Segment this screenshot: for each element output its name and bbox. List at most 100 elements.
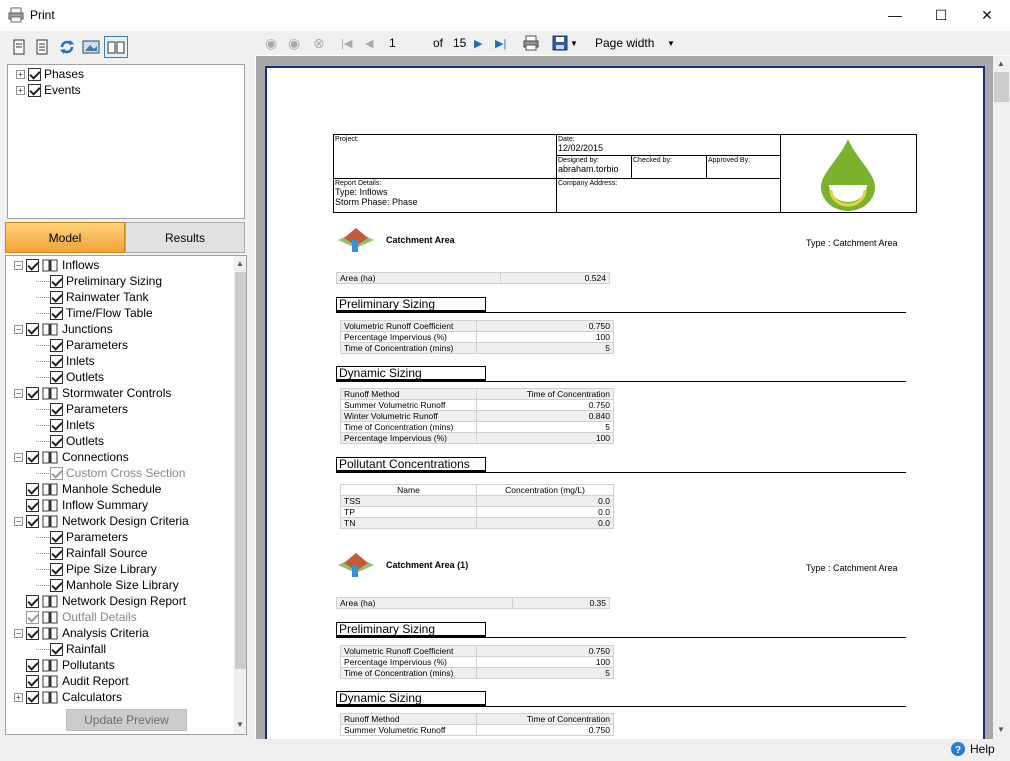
tab-model[interactable]: Model xyxy=(5,222,125,253)
checkbox[interactable] xyxy=(50,354,63,368)
first-page-icon[interactable]: |◀ xyxy=(341,34,352,52)
back-icon[interactable]: ◉ xyxy=(265,34,277,52)
collapse-icon[interactable]: − xyxy=(14,516,23,526)
tree-item[interactable]: Inflow Summary xyxy=(14,497,148,513)
tree-item[interactable]: Manhole Schedule xyxy=(14,481,161,497)
checkbox[interactable] xyxy=(26,482,39,496)
refresh-icon[interactable] xyxy=(57,37,77,57)
print-icon[interactable] xyxy=(523,34,539,52)
image-preview-icon[interactable] xyxy=(81,37,101,57)
scroll-down-icon[interactable]: ▼ xyxy=(236,720,244,729)
scroll-thumb[interactable] xyxy=(235,272,246,669)
tree-item[interactable]: Parameters xyxy=(36,401,128,417)
tree-item[interactable]: Outlets xyxy=(36,369,104,385)
book-icon[interactable] xyxy=(104,36,128,58)
next-page-icon[interactable]: ▶ xyxy=(474,34,482,52)
collapse-icon[interactable]: − xyxy=(14,388,23,398)
checkbox[interactable] xyxy=(50,642,63,656)
tree-item[interactable]: Rainfall Source xyxy=(36,545,147,561)
tree-item[interactable]: Manhole Size Library xyxy=(36,577,179,593)
collapse-icon[interactable]: − xyxy=(14,628,23,638)
checkbox[interactable] xyxy=(50,530,63,544)
tree-item[interactable]: Pipe Size Library xyxy=(36,561,157,577)
collapse-icon[interactable]: − xyxy=(14,452,23,462)
checkbox[interactable] xyxy=(26,322,39,336)
tree-item[interactable]: Outfall Details xyxy=(14,609,137,625)
minimize-button[interactable]: — xyxy=(872,0,918,31)
filter-node-events[interactable]: + Events xyxy=(16,82,81,98)
preview-scrollbar[interactable]: ▲ ▼ xyxy=(993,56,1010,739)
checkbox[interactable] xyxy=(50,578,63,592)
checkbox[interactable] xyxy=(26,386,39,400)
scroll-up-icon[interactable]: ▲ xyxy=(997,59,1005,68)
tree-item[interactable]: − Junctions xyxy=(14,321,113,337)
checkbox[interactable] xyxy=(26,450,39,464)
expand-icon[interactable]: + xyxy=(16,85,25,95)
tree-item[interactable]: Preliminary Sizing xyxy=(36,273,162,289)
tree-item[interactable]: Inlets xyxy=(36,353,95,369)
checkbox[interactable] xyxy=(50,306,63,320)
tree-item[interactable]: − Connections xyxy=(14,449,129,465)
tree-item[interactable]: Rainwater Tank xyxy=(36,289,149,305)
checkbox[interactable] xyxy=(50,370,63,384)
last-page-icon[interactable]: ▶| xyxy=(495,34,506,52)
tree-item[interactable]: Outlets xyxy=(36,433,104,449)
checkbox[interactable] xyxy=(26,610,39,624)
tree-item[interactable]: Time/Flow Table xyxy=(36,305,153,321)
checkbox[interactable] xyxy=(26,594,39,608)
forward-icon[interactable]: ◉ xyxy=(288,34,300,52)
checkbox[interactable] xyxy=(50,402,63,416)
tree-item[interactable]: Parameters xyxy=(36,529,128,545)
tree-item[interactable]: Inlets xyxy=(36,417,95,433)
close-button[interactable]: ✕ xyxy=(964,0,1010,31)
tree-item[interactable]: − Stormwater Controls xyxy=(14,385,171,401)
zoom-select[interactable]: Page width xyxy=(595,34,654,52)
checkbox[interactable] xyxy=(26,690,39,704)
checkbox[interactable] xyxy=(26,674,39,688)
filter-node-phases[interactable]: + Phases xyxy=(16,66,84,82)
scroll-up-icon[interactable]: ▲ xyxy=(236,259,244,268)
update-preview-button[interactable]: Update Preview xyxy=(66,709,187,731)
tree-item[interactable]: Pollutants xyxy=(14,657,115,673)
stop-icon[interactable]: ⊗ xyxy=(313,34,325,52)
checkbox[interactable] xyxy=(28,67,41,81)
collapse-icon[interactable]: − xyxy=(14,324,23,334)
help-link[interactable]: ? Help xyxy=(950,741,995,757)
checkbox[interactable] xyxy=(26,498,39,512)
page-number-input[interactable]: 1 xyxy=(389,34,396,52)
expand-icon[interactable]: + xyxy=(16,69,25,79)
tree-item[interactable]: + Calculators xyxy=(14,689,122,705)
checkbox[interactable] xyxy=(50,418,63,432)
tree-item[interactable]: Parameters xyxy=(36,337,128,353)
scroll-thumb[interactable] xyxy=(994,72,1009,102)
tree-item[interactable]: Custom Cross Section xyxy=(36,465,185,481)
chevron-down-icon[interactable]: ▼ xyxy=(667,34,675,52)
checkbox[interactable] xyxy=(50,274,63,288)
tree-item[interactable]: − Network Design Criteria xyxy=(14,513,189,529)
tree-item[interactable]: Audit Report xyxy=(14,673,129,689)
save-icon[interactable]: ▼ xyxy=(552,34,578,52)
checkbox[interactable] xyxy=(50,466,63,480)
expand-icon[interactable]: + xyxy=(14,692,23,702)
scroll-down-icon[interactable]: ▼ xyxy=(997,725,1005,734)
tab-results[interactable]: Results xyxy=(125,222,245,253)
checkbox[interactable] xyxy=(26,258,39,272)
prev-page-icon[interactable]: ◀ xyxy=(365,34,373,52)
checkbox[interactable] xyxy=(50,434,63,448)
checkbox[interactable] xyxy=(26,626,39,640)
checkbox[interactable] xyxy=(26,514,39,528)
page-icon[interactable] xyxy=(9,37,29,57)
tree-scrollbar[interactable]: ▲ ▼ xyxy=(234,256,246,734)
tree-item[interactable]: Rainfall xyxy=(36,641,106,657)
tree-item[interactable]: Network Design Report xyxy=(14,593,186,609)
checkbox[interactable] xyxy=(50,290,63,304)
collapse-icon[interactable]: − xyxy=(14,260,23,270)
maximize-button[interactable]: ☐ xyxy=(918,0,964,31)
checkbox[interactable] xyxy=(28,83,41,97)
checkbox[interactable] xyxy=(50,562,63,576)
checkbox[interactable] xyxy=(50,338,63,352)
page-list-icon[interactable] xyxy=(32,37,52,57)
tree-item[interactable]: − Inflows xyxy=(14,257,99,273)
tree-item[interactable]: − Analysis Criteria xyxy=(14,625,149,641)
checkbox[interactable] xyxy=(50,546,63,560)
